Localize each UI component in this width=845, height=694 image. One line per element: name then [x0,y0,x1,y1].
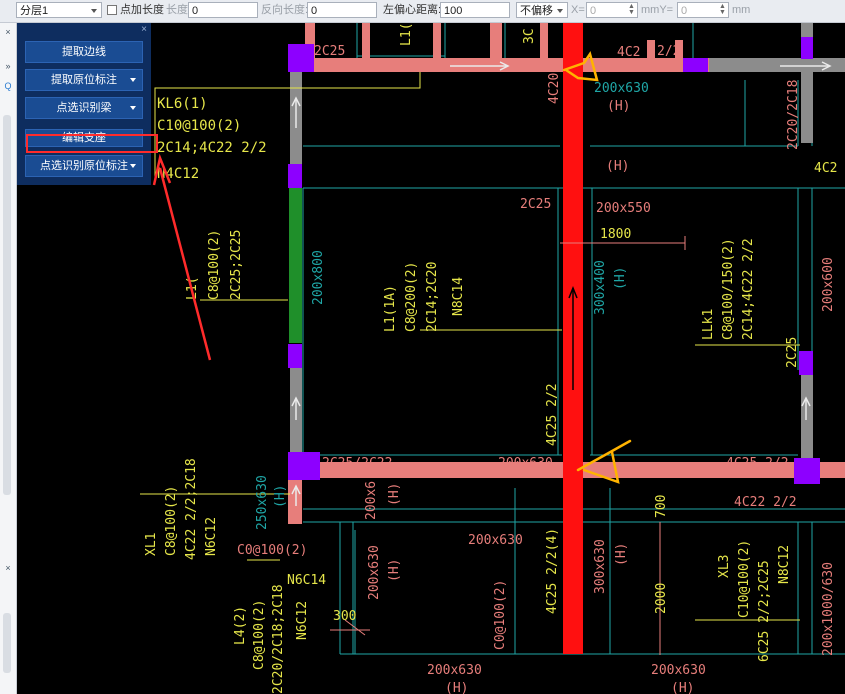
vertical-labels: L1( 3C 4C20 2C20/2C18 L1( C8@100(2) 2C25… [144,23,836,694]
green-column [289,188,302,343]
pick-beam-label: 点选识别梁 [56,102,112,114]
label-200x630-b: 200x630 [367,545,382,600]
label-300x400-h: (H) [613,267,628,290]
extract-edge-button[interactable]: 提取边线 [25,41,143,63]
label-xl3-stirrup: C10@100(2) [737,540,752,618]
label-l1-bars: 2C25;2C25 [229,230,244,300]
label-mid-2c25: 2C25 [520,197,551,212]
label-llk1-stirrup: C8@100/150(2) [721,238,736,340]
label-l1a-stirrup: C8@200(2) [404,262,419,332]
label-l1a: L1(1A) [383,285,398,332]
label-right-2c25: 2C25 [785,337,800,368]
label-bot-200x630: 200x630 [498,456,553,471]
label-mid-h: (H) [606,159,629,174]
label-low-300-h: (H) [614,543,629,566]
label-n6c14: N6C14 [287,573,326,588]
label-low-200x630: 200x630 [468,533,523,548]
label-xl1-stirrup: C8@100(2) [164,486,179,556]
label-200x6-h: (H) [387,483,402,506]
label-btm-200x630-a: 200x630 [427,663,482,678]
label-mid-200x550: 200x550 [596,201,651,216]
chevron-down-icon[interactable] [130,78,136,82]
pick-annotation-button[interactable]: 点选识别原位标注 [25,155,143,177]
panel-close-icon[interactable]: × [141,24,147,35]
label-xl3: XL3 [717,555,732,578]
chevron-down-icon[interactable] [130,106,136,110]
label-bot-4c25: 4C25 2/2 [726,456,789,471]
label-top-c1: L1( [399,23,414,46]
label-kl6-stirrup: C10@100(2) [157,118,241,134]
label-right-4c2: 4C2 [814,161,837,176]
label-col-200x800: 200x800 [311,250,326,305]
label-250-h: (H) [273,485,288,508]
label-bot-4c22: 4C22 2/2 [734,495,797,510]
label-right-2c20: 2C20/2C18 [786,80,801,150]
label-l4-extra: N6C12 [295,601,310,640]
label-dim-2000: 2000 [654,583,669,614]
label-top-3c: 3C [522,28,537,44]
edit-support-highlight [26,134,158,153]
label-top-2c25: 2C25 [314,44,345,59]
label-low-300x630: 300x630 [593,539,608,594]
label-bot-2c25: 2C25/2C22 [322,456,392,471]
label-250x630: 250x630 [255,475,270,530]
label-llk1: LLk1 [701,309,716,340]
pick-beam-button[interactable]: 点选识别梁 [25,97,143,119]
extract-annotation-button[interactable]: 提取原位标注 [25,69,143,91]
label-low-4c25: 4C25 2/2(4) [545,528,560,614]
label-v-4c25: 4C25 2/2 [545,383,560,446]
label-xl1-bars: 4C22 2/2;2C18 [184,458,199,560]
extract-edge-label: 提取边线 [62,46,106,58]
label-top-4c20: 4C20 [547,73,562,104]
label-dim-700: 700 [654,495,669,518]
label-btm-200x630-b: 200x630 [651,663,706,678]
label-llk1-bars: 2C14;4C22 2/2 [741,238,756,340]
label-top-2-2: 2/2 [657,44,680,59]
label-l1a-bars: 2C14;2C20 [425,262,440,332]
label-dim-300: 300 [333,609,356,624]
label-200x6: 200x6 [364,481,379,520]
label-l1-stirrup: C8@100(2) [207,230,222,300]
chevron-down-icon[interactable] [130,164,136,168]
label-xl3-bars: 6C25 2/2;2C25 [757,560,772,662]
label-btm-h-a: (H) [445,681,468,694]
label-btm-h-b: (H) [671,681,694,694]
red-arrow-annotation [152,153,212,361]
label-l1a-extra: N8C14 [451,277,466,316]
label-kl6: KL6(1) [157,96,208,112]
pick-annotation-label: 点选识别原位标注 [40,160,128,172]
label-l4: L4(2) [233,606,248,645]
label-kl6-bars: 2C14;4C22 2/2 [157,140,267,156]
label-xl1-extra: N6C12 [204,517,219,556]
label-200x630-b-h: (H) [387,559,402,582]
label-low-c0100: C0@100(2) [493,580,508,650]
label-xl3-extra: N8C12 [777,545,792,584]
label-l4-bars: 2C20/2C18;2C18 [271,584,286,694]
label-right-200x600: 200x600 [821,257,836,312]
label-c0100: C0@100(2) [237,543,307,558]
label-right-1000: 200x1000/630 [821,562,836,656]
label-mid-1800: 1800 [600,227,631,242]
label-top-200x630: 200x630 [594,81,649,96]
label-top-4c2: 4C2 [617,45,640,60]
beam-tool-panel: × 提取边线 提取原位标注 点选识别梁 编辑支座 点选识别原位标注 [17,23,151,185]
extract-annotation-label: 提取原位标注 [51,74,117,86]
label-xl1: XL1 [144,533,159,556]
label-l4-stirrup: C8@100(2) [252,600,267,670]
label-300x400: 300x400 [593,260,608,315]
label-top-h: (H) [607,99,630,114]
